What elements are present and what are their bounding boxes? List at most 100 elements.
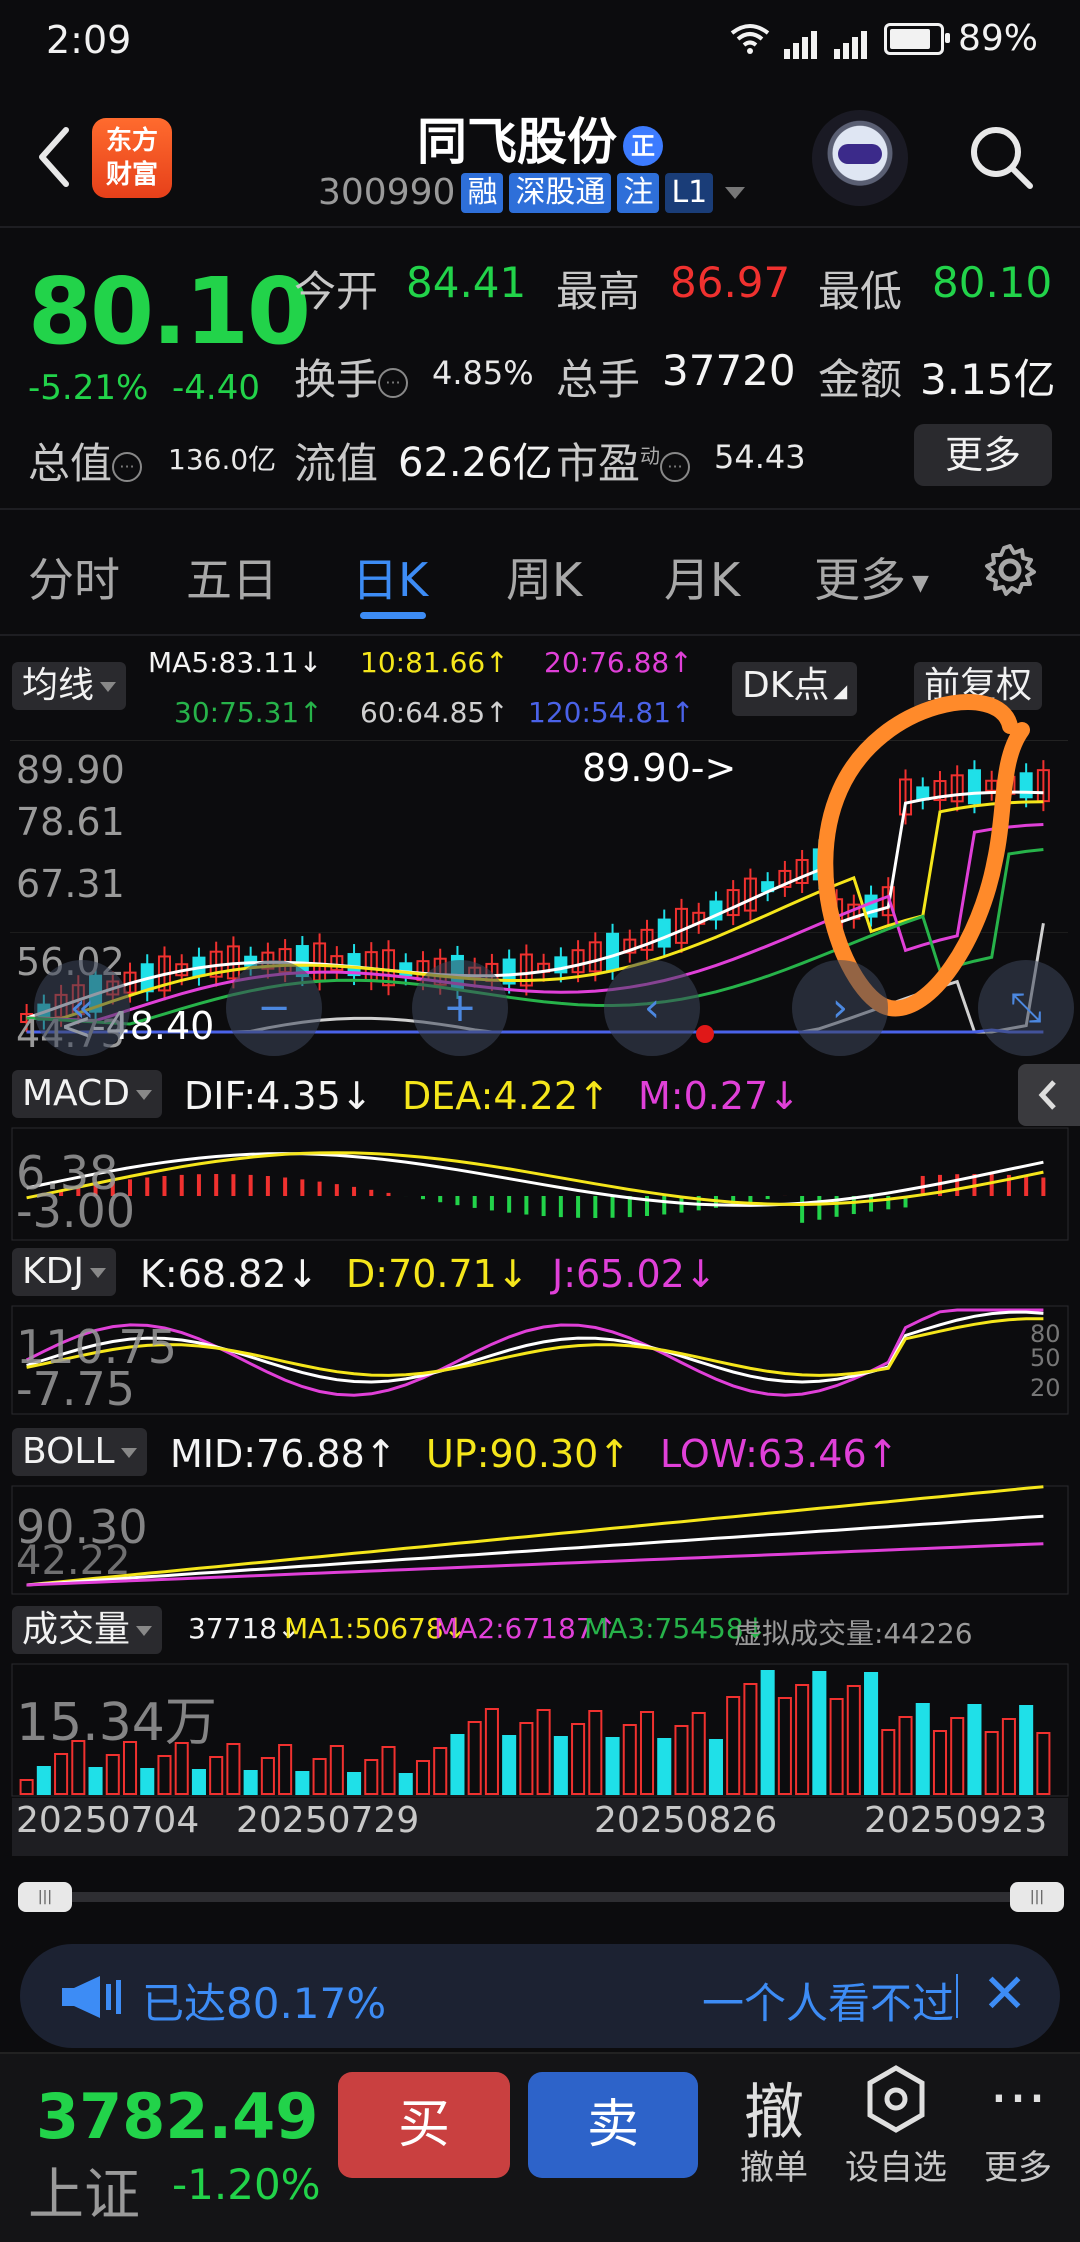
mktcap-label[interactable]: 总值··· <box>28 430 142 491</box>
minus-button[interactable]: − <box>226 960 322 1056</box>
main-grid-mid <box>10 932 1068 933</box>
volume-bar <box>589 1711 601 1794</box>
macd-bar <box>869 1196 873 1212</box>
close-icon[interactable]: ✕ <box>982 1962 1027 2025</box>
tab-monthly-k[interactable]: 月K <box>664 544 740 610</box>
boll-group <box>27 1487 1044 1585</box>
cancel-order-button[interactable]: 撤 撤单 <box>726 2064 822 2189</box>
boll-select[interactable]: BOLL <box>12 1428 147 1476</box>
volume-bar <box>951 1718 963 1794</box>
volume-bar <box>417 1761 429 1794</box>
price-axis-label: 78.61 <box>16 800 125 844</box>
add-watchlist-button[interactable]: 设自选 <box>840 2064 952 2189</box>
zoom-out-button[interactable]: « <box>34 960 130 1056</box>
boll-low: LOW:63.46↑ <box>660 1432 899 1476</box>
plus-button[interactable]: + <box>412 960 508 1056</box>
volume-bar <box>572 1724 584 1794</box>
macd-bar <box>214 1174 218 1196</box>
macd-bar <box>1024 1176 1028 1196</box>
ma-lines-group <box>27 792 1044 1032</box>
change-percent: -5.21% <box>28 368 148 408</box>
hexagon-icon <box>840 2064 952 2140</box>
range-handle-right[interactable]: ||| <box>1010 1882 1064 1912</box>
tab-more[interactable]: 更多▼ <box>814 544 929 610</box>
index-value[interactable]: 3782.49 <box>36 2080 318 2153</box>
stock-subline[interactable]: 300990 融 深股通 注 L1 <box>318 172 745 213</box>
next-button[interactable]: › <box>792 960 888 1056</box>
volume-bar <box>158 1756 170 1794</box>
macd-bar <box>300 1179 304 1196</box>
pe-label[interactable]: 市盈动··· <box>556 430 690 491</box>
volume-select[interactable]: 成交量 <box>12 1606 162 1654</box>
volume-bar <box>607 1738 619 1794</box>
index-name[interactable]: 上证 <box>28 2150 140 2231</box>
macd-bar <box>455 1196 459 1205</box>
macd-bar <box>507 1196 511 1213</box>
tab-intraday[interactable]: 分时 <box>28 544 120 610</box>
tab-weekly-k[interactable]: 周K <box>506 544 582 610</box>
volume-bar <box>141 1769 153 1794</box>
macd-bar <box>162 1176 166 1196</box>
collapse-panel-button[interactable] <box>1018 1064 1080 1126</box>
kdj-select[interactable]: KDJ <box>12 1248 116 1296</box>
chevron-down-icon <box>725 187 745 199</box>
price-axis-label: 89.90 <box>16 748 125 792</box>
fullscreen-icon[interactable]: ⤡ <box>978 960 1074 1056</box>
volume-bar <box>813 1672 825 1794</box>
stock-code: 300990 <box>318 172 455 213</box>
volume-bar <box>296 1772 308 1794</box>
macd-bar <box>593 1196 597 1218</box>
float-value: 62.26亿 <box>398 430 553 488</box>
macd-group <box>27 1153 1046 1223</box>
sell-button[interactable]: 卖 <box>528 2072 698 2178</box>
search-icon[interactable] <box>966 122 1036 192</box>
notice-banner[interactable]: 已达80.17% 一个人看不过 ✕ <box>20 1944 1060 2048</box>
more-dots-icon: ··· <box>968 2064 1068 2140</box>
buy-button[interactable]: 买 <box>338 2072 510 2178</box>
more-quote-button[interactable]: 更多 <box>914 424 1052 486</box>
high-value: 86.97 <box>670 258 790 307</box>
volume-bar <box>899 1717 911 1794</box>
macd-bar <box>955 1174 959 1196</box>
volume-bar <box>400 1774 412 1794</box>
kdj-level-50: 50 <box>1030 1344 1061 1372</box>
boll-mid: MID:76.88↑ <box>170 1432 397 1476</box>
boll-select-label: BOLL <box>22 1431 115 1472</box>
tab-daily-k[interactable]: 日K <box>352 544 428 610</box>
robot-assistant-icon[interactable] <box>812 110 908 206</box>
virtual-volume: 虚拟成交量:44226 <box>734 1612 973 1652</box>
more-button[interactable]: ··· 更多 <box>968 2064 1068 2189</box>
date-label: 20250923 <box>864 1800 1047 1841</box>
chart-range-scrollbar[interactable]: ||| ||| <box>18 1882 1064 1910</box>
current-point-dot <box>696 1025 714 1043</box>
tab-five-day[interactable]: 五日 <box>186 544 278 610</box>
high-label: 最高 <box>556 258 640 319</box>
turnover-label[interactable]: 换手··· <box>294 346 408 407</box>
prev-button[interactable]: ‹ <box>604 960 700 1056</box>
chevron-left-icon <box>1018 1064 1080 1126</box>
macd-bar <box>559 1196 563 1217</box>
date-label: 20250704 <box>16 1800 199 1841</box>
candle-body <box>659 920 670 947</box>
macd-bar <box>387 1193 391 1196</box>
volume-bar <box>658 1739 670 1794</box>
volume-bar <box>986 1732 998 1794</box>
low-value: 80.10 <box>932 258 1052 307</box>
volume-bar <box>831 1699 843 1794</box>
volume-bar <box>779 1698 791 1794</box>
volume-bar <box>382 1747 394 1794</box>
volume-bar <box>762 1671 774 1794</box>
volume-bar <box>38 1767 50 1794</box>
price-axis-label: 67.31 <box>16 862 125 906</box>
range-handle-left[interactable]: ||| <box>18 1882 72 1912</box>
ma-line <box>27 802 1044 1019</box>
volume-bar <box>710 1740 722 1794</box>
pe-sup: 动 <box>640 444 660 468</box>
volume-bar <box>262 1758 274 1794</box>
volume-bar <box>865 1673 877 1794</box>
stock-header: 东方 财富 同飞股份正 300990 融 深股通 注 L1 <box>0 86 1080 228</box>
change-amount: -4.40 <box>172 368 260 408</box>
gear-icon[interactable] <box>982 542 1038 598</box>
volume-bar <box>641 1712 653 1794</box>
macd-select[interactable]: MACD <box>12 1070 162 1118</box>
